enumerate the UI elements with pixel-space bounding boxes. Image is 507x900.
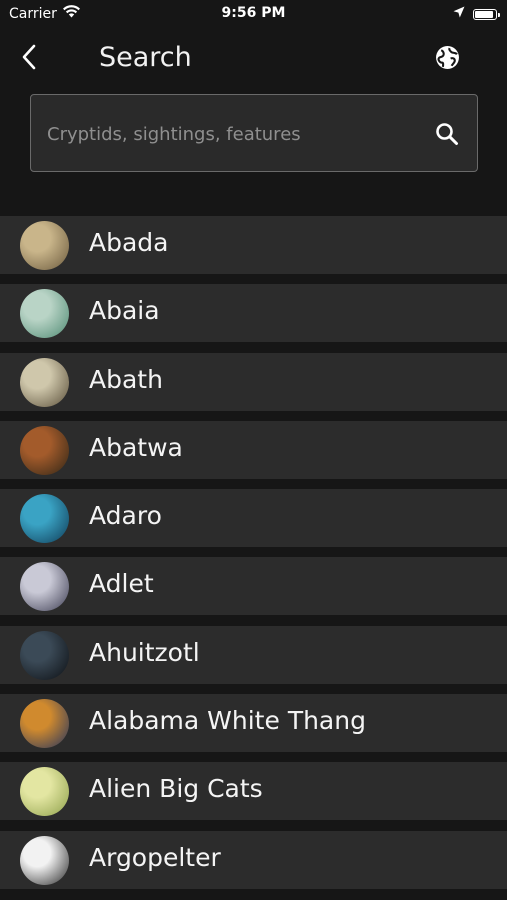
cryptid-thumbnail	[20, 699, 69, 749]
cryptid-thumbnail	[20, 767, 69, 817]
list-item[interactable]: Alien Big Cats	[0, 762, 507, 821]
page-title: Search	[99, 42, 192, 73]
list-item-label: Ahuitzotl	[89, 637, 200, 667]
list-item-label: Adlet	[89, 569, 154, 599]
back-button[interactable]	[14, 44, 44, 74]
list-item-label: Argopelter	[89, 842, 221, 872]
cryptid-thumbnail	[20, 494, 69, 544]
cryptid-thumbnail	[20, 562, 69, 612]
list-item[interactable]: Abaia	[0, 284, 507, 343]
search-screen: Carrier 9:56 PM Search Cryptids, sightin…	[0, 0, 507, 900]
search-input[interactable]	[45, 95, 419, 173]
list-item[interactable]: Adlet	[0, 557, 507, 616]
status-time: 9:56 PM	[221, 5, 286, 21]
search-icon[interactable]	[434, 121, 460, 147]
list-item-label: Abaia	[89, 296, 160, 326]
cryptid-thumbnail	[20, 835, 69, 885]
nav-header: Search	[0, 28, 507, 92]
list-item-label: Abatwa	[89, 432, 183, 462]
list-item[interactable]: Ahuitzotl	[0, 625, 507, 684]
list-item-label: Adaro	[89, 501, 162, 531]
status-right	[453, 6, 500, 22]
results-list: Abada Abaia Abath Abatwa Adaro Adlet Ahuitzotl…	[0, 216, 507, 899]
list-item-label: Alabama White Thang	[89, 706, 366, 736]
location-arrow-icon	[453, 6, 465, 22]
cryptid-thumbnail	[20, 425, 69, 475]
globe-icon	[435, 45, 460, 74]
battery-icon	[473, 8, 500, 20]
list-item[interactable]: Alabama White Thang	[0, 694, 507, 753]
globe-button[interactable]	[433, 45, 461, 73]
cryptid-thumbnail	[20, 289, 69, 339]
chevron-left-icon	[21, 44, 37, 74]
list-item-label: Abada	[89, 228, 169, 257]
cryptid-thumbnail	[20, 630, 69, 680]
list-item[interactable]: Abath	[0, 352, 507, 411]
status-bar: Carrier 9:56 PM	[0, 0, 507, 28]
list-item[interactable]: Argopelter	[0, 830, 507, 889]
list-item[interactable]: Abatwa	[0, 420, 507, 479]
list-item[interactable]: Adaro	[0, 489, 507, 548]
list-item-label: Abath	[89, 364, 163, 394]
search-box	[30, 94, 478, 173]
cryptid-thumbnail	[20, 221, 69, 270]
battery-level	[475, 10, 494, 18]
cryptid-thumbnail	[20, 357, 69, 407]
list-item-label: Alien Big Cats	[89, 774, 263, 804]
list-item[interactable]: Abada	[0, 216, 507, 274]
